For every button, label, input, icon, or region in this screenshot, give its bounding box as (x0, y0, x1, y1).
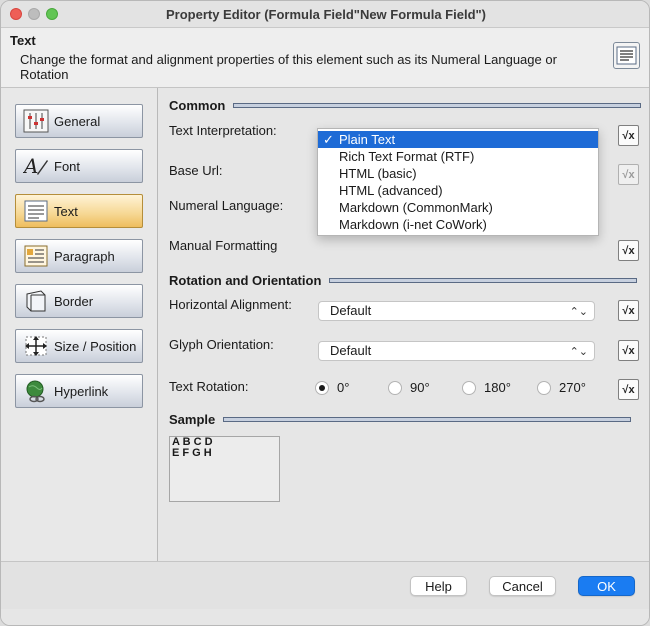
category-sidebar: General A Font Text Paragraph Border Siz… (1, 88, 158, 561)
window-bottom-edge (1, 609, 649, 625)
section-divider (223, 417, 632, 422)
glyph-orientation-label: Glyph Orientation: (169, 337, 274, 352)
chevron-updown-icon: ⌃⌄ (569, 346, 588, 358)
option-label: HTML (basic) (339, 166, 417, 181)
dialog-footer: Help Cancel OK (1, 561, 649, 609)
select-value: Default (330, 303, 372, 318)
section-sample-heading: Sample (169, 412, 632, 427)
sidebar-item-label: Font (54, 158, 81, 174)
sidebar-item-label: Text (54, 203, 78, 219)
option-label: HTML (advanced) (339, 183, 443, 198)
manual-formatting-label: Manual Formatting (169, 238, 278, 253)
formula-icon: √x (622, 244, 635, 257)
ok-button[interactable]: OK (578, 576, 635, 596)
text-lines-icon (22, 198, 50, 224)
glyph-orientation-formula-button[interactable]: √x (618, 340, 639, 361)
horizontal-alignment-select[interactable]: Default ⌃⌄ (318, 301, 595, 321)
text-interpretation-formula-button[interactable]: √x (618, 125, 639, 146)
sidebar-item-size-position[interactable]: Size / Position (15, 329, 143, 363)
radio-label: 270° (559, 380, 586, 395)
section-rotation-heading: Rotation and Orientation (169, 273, 638, 288)
text-interpretation-dropdown[interactable]: ✓ Plain Text Rich Text Format (RTF) HTML… (317, 128, 599, 236)
select-value: Default (330, 343, 372, 358)
sample-line: E F G H (172, 447, 212, 459)
sidebar-item-label: Paragraph (54, 248, 115, 264)
sliders-icon (22, 108, 50, 134)
cancel-button[interactable]: Cancel (489, 576, 556, 596)
dropdown-option-rtf[interactable]: Rich Text Format (RTF) (318, 148, 598, 165)
text-properties-icon (613, 42, 640, 69)
section-divider (233, 103, 642, 108)
option-label: Rich Text Format (RTF) (339, 149, 475, 164)
dropdown-option-markdown-cowork[interactable]: Markdown (i-net CoWork) (318, 216, 598, 233)
page-header: Text Change the format and alignment pro… (1, 28, 649, 88)
formula-icon: √x (622, 129, 635, 142)
checkmark-icon: ✓ (323, 132, 334, 147)
radio-button[interactable] (388, 380, 402, 395)
border-icon (22, 288, 50, 314)
sample-preview: A B C D E F G H (169, 436, 280, 502)
rotation-radio-0[interactable]: 0° (315, 380, 349, 395)
chevron-updown-icon: ⌃⌄ (569, 306, 588, 318)
option-label: Plain Text (339, 132, 396, 147)
numeral-language-label: Numeral Language: (169, 198, 284, 213)
sidebar-item-label: General (54, 113, 101, 129)
horizontal-alignment-formula-button[interactable]: √x (618, 300, 639, 321)
dropdown-option-plain-text[interactable]: ✓ Plain Text (318, 131, 598, 148)
paragraph-icon (22, 243, 50, 269)
page-description: Change the format and alignment properti… (20, 52, 557, 82)
radio-label: 90° (410, 380, 430, 395)
option-label: Markdown (CommonMark) (339, 200, 493, 215)
title-bar: Property Editor (Formula Field"New Formu… (1, 1, 649, 28)
section-title: Common (169, 98, 226, 113)
dropdown-option-markdown-commonmark[interactable]: Markdown (CommonMark) (318, 199, 598, 216)
svg-text:A: A (23, 154, 38, 178)
rotation-radio-270[interactable]: 270° (537, 380, 586, 395)
base-url-formula-button[interactable]: √x (618, 164, 639, 185)
font-icon: A (22, 153, 50, 179)
text-interpretation-label: Text Interpretation: (169, 123, 277, 138)
sidebar-item-label: Size / Position (54, 338, 137, 354)
sidebar-item-general[interactable]: General (15, 104, 143, 138)
text-rotation-formula-button[interactable]: √x (618, 379, 639, 400)
sidebar-item-label: Hyperlink (54, 383, 109, 399)
dropdown-option-html-advanced[interactable]: HTML (advanced) (318, 182, 598, 199)
window-title: Property Editor (Formula Field"New Formu… (165, 7, 487, 22)
sidebar-item-label: Border (54, 293, 94, 309)
formula-icon: √x (622, 383, 635, 396)
rotation-radio-180[interactable]: 180° (462, 380, 511, 395)
base-url-label: Base Url: (169, 163, 223, 178)
radio-button[interactable] (315, 380, 329, 395)
sidebar-item-font[interactable]: A Font (15, 149, 143, 183)
formula-icon: √x (622, 168, 635, 181)
property-editor-window: Property Editor (Formula Field"New Formu… (0, 0, 650, 626)
section-common-heading: Common (169, 98, 642, 113)
sidebar-item-text[interactable]: Text (15, 194, 143, 228)
globe-link-icon (22, 378, 50, 404)
move-icon (22, 333, 50, 359)
horizontal-alignment-label: Horizontal Alignment: (169, 297, 292, 312)
radio-label: 180° (484, 380, 511, 395)
formula-icon: √x (622, 344, 635, 357)
option-label: Markdown (i-net CoWork) (339, 217, 487, 232)
sidebar-item-border[interactable]: Border (15, 284, 143, 318)
text-rotation-label: Text Rotation: (169, 379, 249, 394)
section-divider (329, 278, 638, 283)
formula-icon: √x (622, 304, 635, 317)
manual-formatting-formula-button[interactable]: √x (618, 240, 639, 261)
radio-button[interactable] (537, 380, 551, 395)
radio-label: 0° (337, 380, 350, 395)
rotation-radio-90[interactable]: 90° (388, 380, 430, 395)
glyph-orientation-select[interactable]: Default ⌃⌄ (318, 341, 595, 361)
radio-button[interactable] (462, 380, 476, 395)
sidebar-item-paragraph[interactable]: Paragraph (15, 239, 143, 273)
page-title: Text (10, 33, 36, 48)
section-title: Sample (169, 412, 216, 427)
help-button[interactable]: Help (410, 576, 467, 596)
section-title: Rotation and Orientation (169, 273, 322, 288)
dropdown-option-html-basic[interactable]: HTML (basic) (318, 165, 598, 182)
sidebar-item-hyperlink[interactable]: Hyperlink (15, 374, 143, 408)
